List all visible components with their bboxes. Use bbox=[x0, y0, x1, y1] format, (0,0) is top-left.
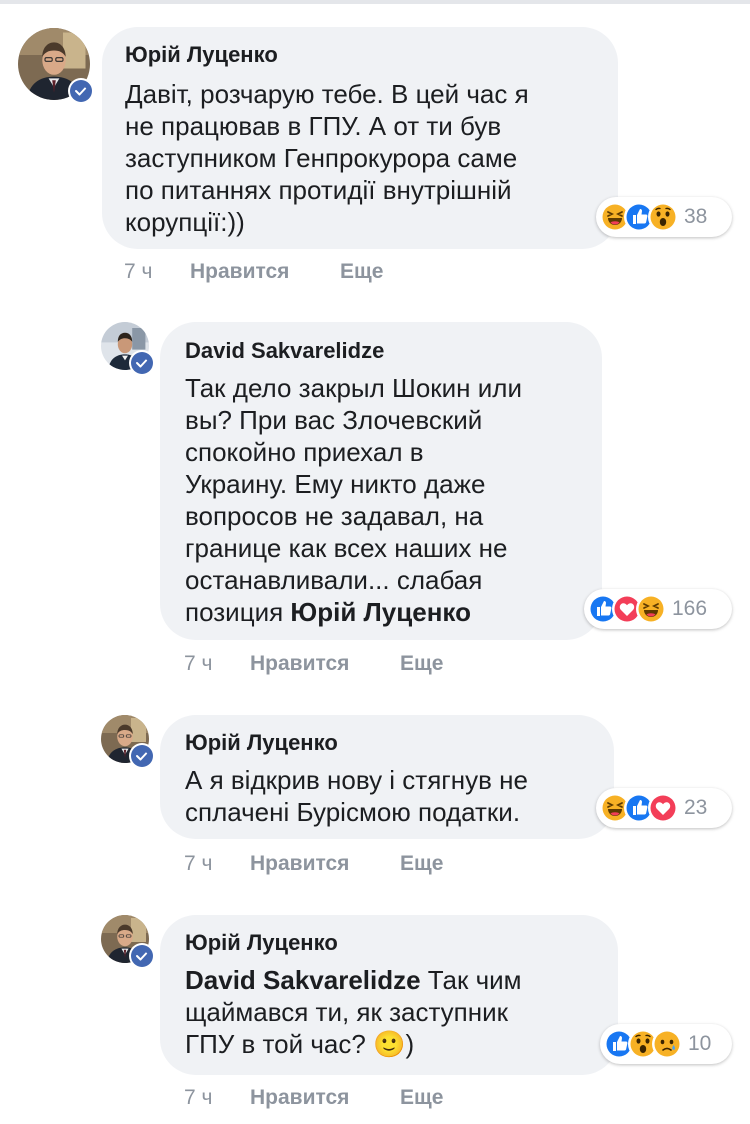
comment-line: Так дело закрыл Шокин или bbox=[185, 373, 522, 403]
comment-line: не працював в ГПУ. А от ти був bbox=[125, 111, 502, 141]
timestamp[interactable]: 7 ч bbox=[124, 260, 190, 284]
like-button[interactable]: Нравится bbox=[250, 652, 400, 676]
comment-line: А я відкрив нову і стягнув не bbox=[185, 765, 528, 795]
mention-link[interactable]: Юрій Луценко bbox=[290, 597, 471, 627]
verified-badge-icon bbox=[129, 743, 155, 769]
avatar[interactable] bbox=[101, 915, 155, 969]
timestamp[interactable]: 7 ч bbox=[184, 652, 250, 676]
comment-line: спокойно приехал в bbox=[185, 437, 424, 467]
comment-text: Так дело закрыл Шокин или вы? При вас Зл… bbox=[185, 372, 585, 628]
reaction-count: 10 bbox=[688, 1032, 712, 1055]
comment-line: вы? При вас Злочевский bbox=[185, 405, 483, 435]
verified-badge-icon bbox=[129, 943, 155, 969]
comment-meta: 7 ч Нравится Еще bbox=[184, 1086, 443, 1110]
text-fragment: ГПУ в той час? bbox=[185, 1029, 374, 1059]
comment-author[interactable]: Юрій Луценко bbox=[185, 930, 338, 956]
reaction-count: 23 bbox=[684, 796, 708, 819]
mention-link[interactable]: David Sakvarelidze bbox=[185, 965, 421, 995]
more-button[interactable]: Еще bbox=[340, 260, 383, 284]
comment-line: David Sakvarelidze Так чим bbox=[185, 964, 605, 996]
wow-reaction-icon bbox=[648, 202, 678, 232]
verified-badge-icon bbox=[68, 78, 94, 104]
reactions-summary[interactable]: 38 bbox=[596, 197, 732, 237]
comment-meta: 7 ч Нравится Еще bbox=[184, 652, 443, 676]
comment-line: позиция Юрій Луценко bbox=[185, 596, 585, 628]
like-button[interactable]: Нравится bbox=[250, 852, 400, 876]
top-divider bbox=[0, 0, 750, 4]
comment-text: Давіт, розчарую тебе. В цей час я не пра… bbox=[125, 78, 605, 238]
comment-author[interactable]: Юрій Луценко bbox=[125, 42, 278, 68]
comment-line: сплачені Бурісмою податки. bbox=[185, 797, 521, 827]
like-button[interactable]: Нравится bbox=[250, 1086, 400, 1110]
avatar[interactable] bbox=[18, 28, 94, 104]
comment-author[interactable]: Юрій Луценко bbox=[185, 730, 338, 756]
smile-emoji-icon: 🙂 bbox=[373, 1029, 406, 1059]
comment-line: щаймався ти, як заступник bbox=[185, 997, 509, 1027]
comment-line: Украину. Ему никто даже bbox=[185, 469, 486, 499]
avatar[interactable] bbox=[101, 715, 155, 769]
sad-reaction-icon bbox=[652, 1029, 682, 1059]
reaction-count: 38 bbox=[684, 205, 708, 228]
comment-text: А я відкрив нову і стягнув не сплачені Б… bbox=[185, 764, 595, 828]
text-fragment: позиция bbox=[185, 597, 291, 627]
comment-line: заступником Генпрокурора саме bbox=[125, 143, 518, 173]
like-button[interactable]: Нравится bbox=[190, 260, 340, 284]
comment-line: ГПУ в той час? 🙂) bbox=[185, 1028, 605, 1060]
text-fragment: Так чим bbox=[420, 965, 522, 995]
reaction-count: 166 bbox=[672, 597, 708, 620]
timestamp[interactable]: 7 ч bbox=[184, 852, 250, 876]
avatar[interactable] bbox=[101, 322, 155, 376]
more-button[interactable]: Еще bbox=[400, 652, 443, 676]
text-fragment: ) bbox=[405, 1029, 415, 1059]
comment-line: останавливали... слабая bbox=[185, 565, 483, 595]
verified-badge-icon bbox=[129, 350, 155, 376]
comment-author[interactable]: David Sakvarelidze bbox=[185, 338, 384, 364]
comment-meta: 7 ч Нравится Еще bbox=[124, 260, 383, 284]
comment-text: David Sakvarelidze Так чим щаймався ти, … bbox=[185, 964, 605, 1060]
comment-line: корупції:)) bbox=[125, 207, 245, 237]
more-button[interactable]: Еще bbox=[400, 852, 443, 876]
comment-line: вопросов не задавал, на bbox=[185, 501, 484, 531]
haha-reaction-icon bbox=[636, 594, 666, 624]
timestamp[interactable]: 7 ч bbox=[184, 1086, 250, 1110]
comment-line: Давіт, розчарую тебе. В цей час я bbox=[125, 79, 529, 109]
comment-line: границе как всех наших не bbox=[185, 533, 508, 563]
love-reaction-icon bbox=[648, 793, 678, 823]
reactions-summary[interactable]: 23 bbox=[596, 788, 732, 828]
comment-meta: 7 ч Нравится Еще bbox=[184, 852, 443, 876]
comment-line: по питаннях протидії внутрішній bbox=[125, 175, 512, 205]
reactions-summary[interactable]: 10 bbox=[600, 1024, 732, 1064]
more-button[interactable]: Еще bbox=[400, 1086, 443, 1110]
reactions-summary[interactable]: 166 bbox=[584, 589, 732, 629]
